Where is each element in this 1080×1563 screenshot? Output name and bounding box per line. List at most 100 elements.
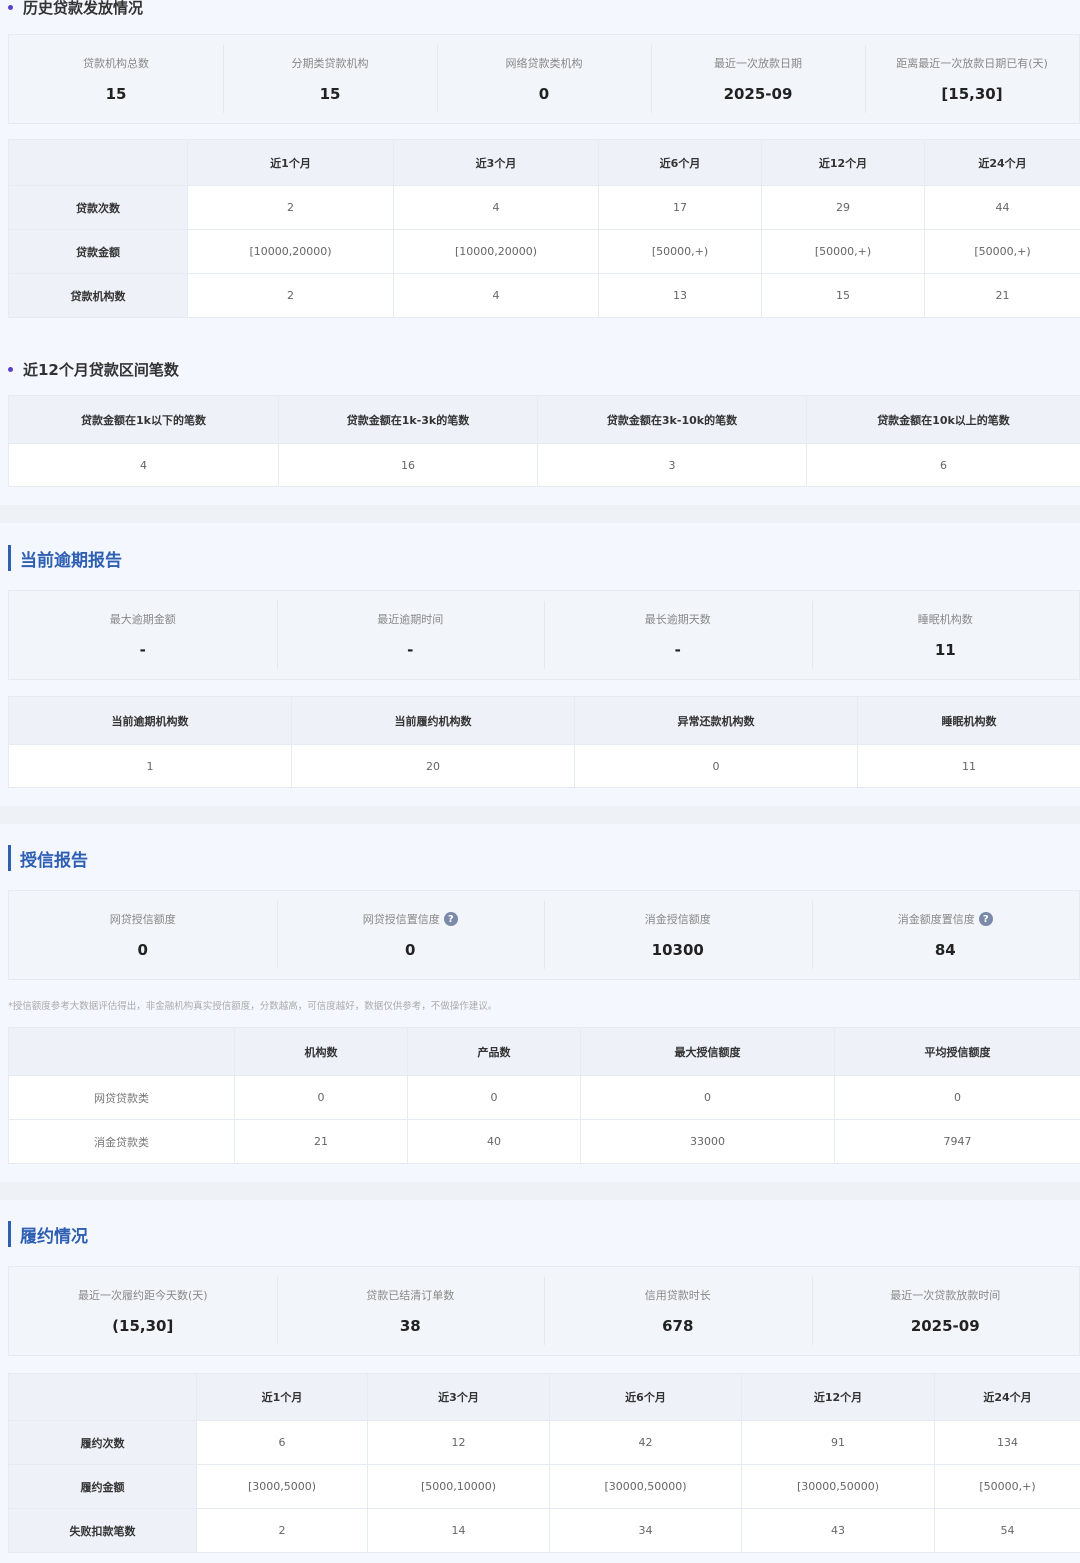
table-cell: 11 (857, 744, 1080, 788)
performance-title-text: 履约情况 (20, 1226, 88, 1247)
table-cell: 6 (196, 1420, 368, 1465)
table-cell: 0 (580, 1075, 835, 1120)
table-header-cell: 机构数 (234, 1027, 408, 1076)
table-cell: [50000,+) (934, 1464, 1080, 1509)
table-header-cell (8, 139, 188, 186)
history-section: 历史贷款发放情况 贷款机构总数 15 分期类贷款机构 15 网络贷款类机构 0 … (0, 0, 1080, 505)
row-header-cell: 履约金额 (8, 1464, 197, 1509)
stat-value: 38 (399, 1317, 421, 1335)
stat-max-overdue-days: 最长逾期天数 - (544, 591, 812, 679)
stat-value: 2025-09 (723, 85, 793, 103)
table-cell: 91 (741, 1420, 935, 1465)
table-row: 贷款机构数 2 4 13 15 21 (8, 273, 1080, 318)
table-cell: [5000,10000) (367, 1464, 550, 1509)
credit-stats-card: 网贷授信额度 0 网贷授信置信度? 0 消金授信额度 10300 消金额度置信度… (8, 890, 1080, 980)
table-cell: 4 (8, 443, 279, 487)
stat-value: 678 (662, 1317, 694, 1335)
table-cell: 29 (761, 185, 925, 230)
performance-table: 近1个月 近3个月 近6个月 近12个月 近24个月 履约次数 6 12 42 … (8, 1373, 1080, 1553)
table-header-cell: 近3个月 (393, 139, 599, 186)
table-cell: [3000,5000) (196, 1464, 368, 1509)
table-header-cell: 最大授信额度 (580, 1027, 835, 1076)
table-cell: 16 (278, 443, 538, 487)
stat-label: 分期类贷款机构 (291, 57, 369, 70)
table-cell: [50000,+) (761, 229, 925, 274)
table-cell: 34 (549, 1508, 742, 1553)
stat-label-text: 消金额度置信度 (897, 913, 975, 926)
table-row: 消金贷款类 21 40 33000 7947 (8, 1119, 1080, 1164)
table-header-cell: 睡眠机构数 (857, 696, 1080, 745)
stat-value: (15,30] (112, 1317, 174, 1335)
table-cell: 21 (234, 1119, 408, 1164)
table-row: 履约金额 [3000,5000) [5000,10000) [30000,500… (8, 1464, 1080, 1509)
bullet-dot-icon (8, 4, 13, 10)
table-header-cell: 近6个月 (598, 139, 762, 186)
row-header-cell: 贷款金额 (8, 229, 188, 274)
stat-consumer-confidence: 消金额度置信度? 84 (811, 891, 1080, 979)
stat-value: 10300 (651, 941, 704, 959)
table-cell: 2 (196, 1508, 368, 1553)
table-header-cell: 当前履约机构数 (291, 696, 575, 745)
table-cell: 14 (367, 1508, 550, 1553)
table-cell: [10000,20000) (187, 229, 394, 274)
stat-value: 15 (319, 85, 341, 103)
table-cell: 0 (574, 744, 858, 788)
table-header-cell: 贷款金额在1k-3k的笔数 (278, 395, 538, 444)
table-row: 4 16 3 6 (8, 443, 1080, 487)
table-header-cell (8, 1373, 197, 1421)
stat-label: 最长逾期天数 (644, 613, 711, 626)
table-cell: 0 (407, 1075, 581, 1120)
table-cell: 3 (537, 443, 807, 487)
help-icon[interactable]: ? (443, 912, 458, 926)
table-header-cell: 近1个月 (196, 1373, 368, 1421)
interval-title: 近12个月贷款区间笔数 (0, 358, 179, 380)
stat-label: 信用贷款时长 (644, 1289, 711, 1302)
table-cell: 0 (834, 1075, 1080, 1120)
overdue-title: 当前逾期报告 (0, 544, 122, 572)
table-cell: 20 (291, 744, 575, 788)
help-icon[interactable]: ? (978, 912, 993, 926)
table-row: 贷款金额 [10000,20000) [10000,20000) [50000,… (8, 229, 1080, 274)
credit-title: 授信报告 (0, 844, 88, 872)
table-header-cell: 近12个月 (741, 1373, 935, 1421)
table-header-cell: 产品数 (407, 1027, 581, 1076)
title-bar-icon (8, 545, 11, 571)
credit-disclaimer-note: *授信额度参考大数据评估得出，非金融机构真实授信额度，分数越高，可信度越好，数据… (8, 1001, 498, 1012)
stat-value: - (407, 641, 414, 659)
bullet-dot-icon (8, 366, 13, 372)
table-cell: 42 (549, 1420, 742, 1465)
stat-label: 网贷授信额度 (110, 911, 176, 927)
stat-label-text: 网贷授信置信度 (362, 913, 440, 926)
table-cell: 134 (934, 1420, 1080, 1465)
table-header-row: 当前逾期机构数 当前履约机构数 异常还款机构数 睡眠机构数 (8, 696, 1080, 745)
stat-label: 贷款机构总数 (83, 57, 149, 70)
table-header-row: 贷款金额在1k以下的笔数 贷款金额在1k-3k的笔数 贷款金额在3k-10k的笔… (8, 395, 1080, 444)
table-cell: 13 (598, 273, 762, 318)
table-header-cell: 贷款金额在3k-10k的笔数 (537, 395, 807, 444)
stat-value: 2025-09 (910, 1317, 980, 1335)
stat-max-overdue-amount: 最大逾期金额 - (9, 591, 277, 679)
table-header-cell: 近1个月 (187, 139, 394, 186)
table-cell: 6 (806, 443, 1080, 487)
stat-consumer-credit-limit: 消金授信额度 10300 (544, 891, 812, 979)
table-header-row: 近1个月 近3个月 近6个月 近12个月 近24个月 (8, 1373, 1080, 1421)
row-header-cell: 消金贷款类 (8, 1119, 235, 1164)
table-cell: 2 (187, 185, 394, 230)
row-header-cell: 贷款次数 (8, 185, 188, 230)
stat-label: 网络贷款类机构 (505, 57, 583, 70)
stat-value: - (139, 641, 146, 659)
stat-label: 睡眠机构数 (917, 613, 973, 626)
table-row: 网贷贷款类 0 0 0 0 (8, 1075, 1080, 1120)
stat-value: 84 (934, 941, 956, 959)
title-bar-icon (8, 845, 11, 871)
table-header-cell: 近12个月 (761, 139, 925, 186)
stat-label: 网贷授信置信度? (363, 911, 458, 927)
stat-value: 11 (934, 641, 956, 659)
stat-days-since-performance: 最近一次履约距今天数(天) (15,30] (9, 1267, 277, 1355)
table-cell: 44 (924, 185, 1080, 230)
stat-netloan-confidence: 网贷授信置信度? 0 (276, 891, 545, 979)
table-header-cell: 近6个月 (549, 1373, 742, 1421)
stat-label: 最大逾期金额 (109, 613, 176, 626)
section-divider (0, 1182, 1080, 1200)
stat-value: - (674, 641, 681, 659)
